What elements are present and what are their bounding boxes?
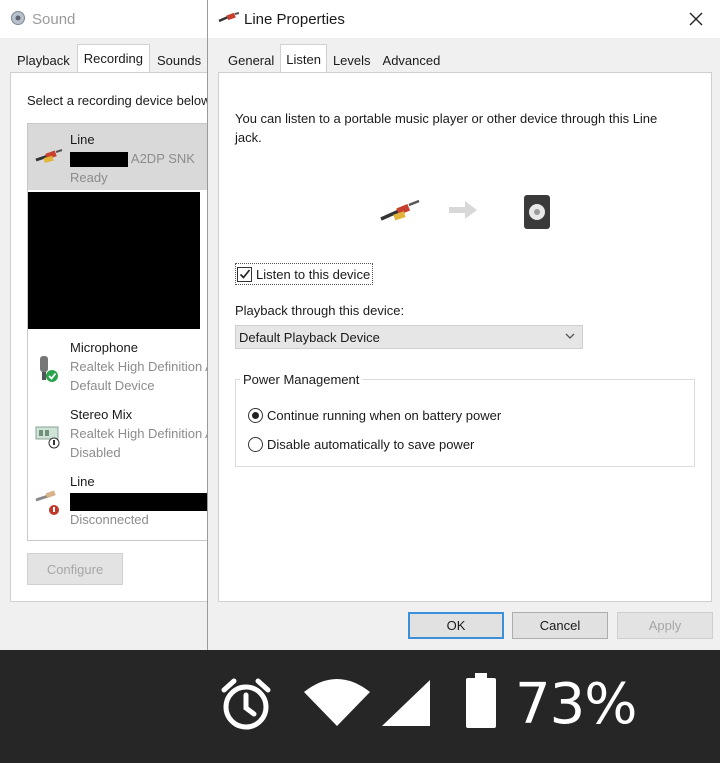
ok-button[interactable]: OK (408, 612, 504, 639)
redacted-block (70, 493, 209, 511)
disable-automatically-option[interactable]: Disable automatically to save power (248, 437, 474, 452)
tab-levels[interactable]: Levels (327, 47, 377, 73)
device-name: Stereo Mix (70, 407, 133, 422)
chevron-down-icon (564, 330, 576, 345)
tab-general[interactable]: General (222, 47, 280, 73)
device-description: A2DP SNK (70, 151, 195, 168)
device-description: Realtek High Definition Audio (70, 426, 209, 441)
listen-to-device-checkbox-row[interactable]: Listen to this device (235, 263, 374, 285)
device-description-text: A2DP SNK (130, 151, 195, 166)
checkmark-icon (239, 269, 250, 279)
line-jack-icon (379, 199, 423, 228)
line-jack-icon (34, 488, 62, 516)
playback-device-value: Default Playback Device (239, 329, 380, 345)
close-icon (689, 12, 703, 26)
close-button[interactable] (685, 8, 707, 30)
cancel-button[interactable]: Cancel (512, 612, 608, 639)
line-jack-icon (34, 146, 63, 174)
device-name: Microphone (70, 340, 138, 355)
disable-automatically-label: Disable automatically to save power (267, 437, 475, 452)
battery-icon (464, 672, 498, 733)
continue-running-option[interactable]: Continue running when on battery power (248, 408, 501, 423)
power-management-group: Power Management Continue running when o… (235, 372, 695, 467)
device-status: Ready (70, 170, 108, 185)
device-description (70, 493, 209, 511)
sound-window-title: Sound (32, 10, 76, 28)
tab-sounds[interactable]: Sounds (150, 47, 208, 73)
tab-advanced[interactable]: Advanced (377, 47, 447, 73)
dialog-titlebar[interactable]: Line Properties (208, 0, 720, 38)
device-status: Disconnected (70, 512, 149, 527)
disable-automatically-radio[interactable] (248, 437, 263, 452)
wifi-icon (302, 678, 372, 731)
sound-tabs: Playback Recording Sounds (10, 44, 208, 73)
recording-panel: Select a recording device below Line A2D… (10, 72, 210, 602)
device-name: Line (70, 474, 95, 489)
configure-button[interactable]: Configure (27, 553, 123, 585)
cell-signal-icon (380, 678, 432, 731)
continue-running-label: Continue running when on battery power (267, 408, 502, 423)
line-properties-dialog: Line Properties General Listen Levels Ad… (207, 0, 720, 650)
recording-instruction: Select a recording device below (27, 93, 210, 108)
playback-device-select[interactable]: Default Playback Device (235, 325, 583, 349)
listen-illustration (379, 191, 569, 231)
sound-titlebar[interactable]: Sound (0, 0, 209, 38)
playback-device-label: Playback through this device: (235, 303, 405, 318)
device-item-line[interactable]: Line A2DP SNK Ready (28, 124, 209, 190)
listen-to-device-label: Listen to this device (256, 266, 371, 282)
apply-button[interactable]: Apply (617, 612, 713, 639)
tab-listen[interactable]: Listen (280, 44, 327, 73)
dialog-title: Line Properties (244, 10, 345, 28)
device-name: Line (70, 132, 95, 147)
continue-running-radio[interactable] (248, 408, 263, 423)
listen-panel: You can listen to a portable music playe… (218, 72, 712, 602)
arrow-right-icon (447, 199, 479, 224)
battery-percentage: 73% (515, 672, 637, 737)
speaker-icon (10, 9, 26, 30)
device-status: Default Device (70, 378, 155, 393)
power-management-title: Power Management (240, 372, 363, 387)
phone-status-bar: 73% (0, 650, 720, 763)
device-item-line-disconnected[interactable]: Line Disconnected (28, 466, 209, 532)
tab-recording[interactable]: Recording (76, 44, 151, 72)
alarm-clock-icon (218, 676, 274, 735)
stereo-mix-icon (34, 421, 62, 449)
tab-playback[interactable]: Playback (10, 47, 77, 73)
device-status: Disabled (70, 445, 121, 460)
device-list[interactable]: Line A2DP SNK Ready Microphone Realtek H… (27, 123, 209, 541)
listen-to-device-checkbox[interactable] (237, 266, 252, 282)
redacted-block (70, 152, 128, 168)
dialog-tabs: General Listen Levels Advanced (222, 44, 447, 73)
device-description: Realtek High Definition Audio (70, 359, 209, 374)
sound-window: Sound Playback Recording Sounds Select a… (0, 0, 210, 650)
device-item-stereo-mix[interactable]: Stereo Mix Realtek High Definition Audio… (28, 399, 209, 465)
redacted-area (28, 192, 200, 329)
device-item-microphone[interactable]: Microphone Realtek High Definition Audio… (28, 332, 209, 398)
listen-description: You can listen to a portable music playe… (235, 111, 658, 145)
speaker-icon (521, 193, 555, 234)
line-jack-icon (218, 11, 240, 28)
microphone-icon (34, 354, 62, 382)
